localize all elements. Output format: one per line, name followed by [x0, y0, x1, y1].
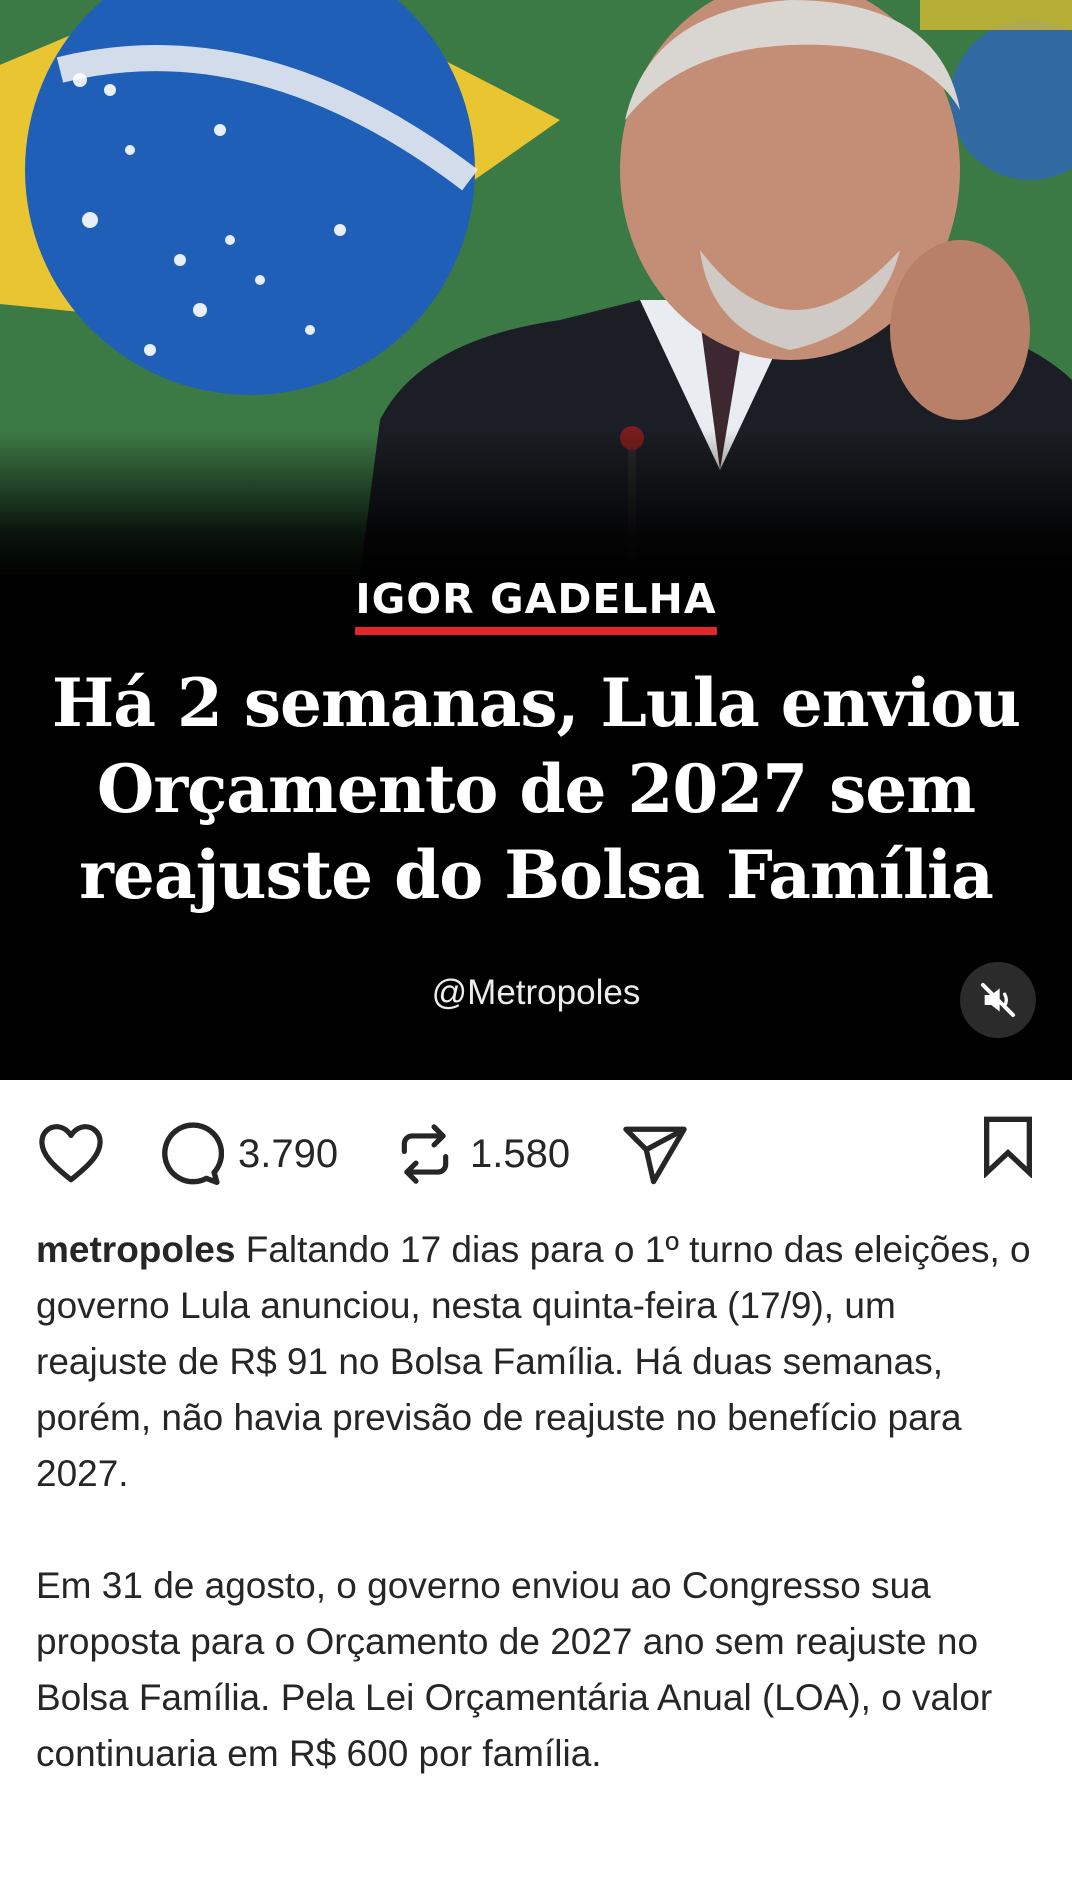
bookmark-icon [984, 1116, 1032, 1178]
reposts-count: 1.580 [470, 1131, 571, 1176]
post-headline: Há 2 semanas, Lula enviou Orçamento de 2… [51, 664, 1021, 914]
save-button[interactable] [980, 1114, 1036, 1178]
source-handle: @Metropoles [431, 973, 641, 1012]
caption-username[interactable]: metropoles [36, 1229, 235, 1270]
mute-button[interactable] [960, 962, 1036, 1038]
repost-icon [401, 1124, 449, 1184]
like-button[interactable] [36, 1120, 106, 1184]
speaker-muted-icon [981, 983, 1015, 1017]
action-bar: 3.790 1.580 [0, 1080, 1072, 1220]
comment-icon [162, 1122, 224, 1186]
post-media[interactable]: IGOR GADELHA Há 2 semanas, Lula enviou O… [0, 0, 1072, 1080]
send-icon [623, 1126, 687, 1185]
photo-gradient [0, 430, 1072, 580]
author-byline: IGOR GADELHA [0, 574, 1072, 635]
share-button[interactable] [620, 1122, 690, 1186]
caption-paragraph-2: Em 31 de agosto, o governo enviou ao Con… [36, 1565, 993, 1774]
comment-button[interactable]: 3.790 [156, 1120, 338, 1188]
post-caption: metropoles Faltando 17 dias para o 1º tu… [36, 1222, 1036, 1782]
heart-icon [39, 1124, 103, 1183]
repost-button[interactable]: 1.580 [394, 1120, 570, 1188]
comments-count: 3.790 [238, 1131, 339, 1176]
